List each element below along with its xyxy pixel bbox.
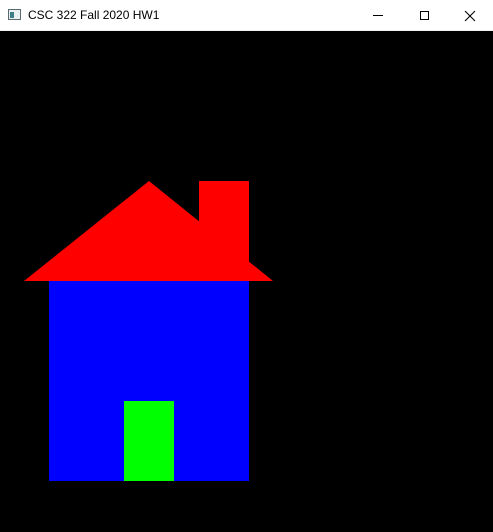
close-button[interactable] [447, 0, 493, 31]
minimize-icon [373, 15, 383, 16]
chimney [199, 181, 249, 281]
door [124, 401, 174, 481]
app-icon-pane [10, 12, 14, 18]
window-app-icon[interactable] [8, 9, 21, 20]
window-title: CSC 322 Fall 2020 HW1 [28, 8, 160, 22]
maximize-icon [419, 11, 429, 20]
app-window: CSC 322 Fall 2020 HW1 [0, 0, 493, 532]
house-drawing [24, 181, 273, 481]
maximize-button[interactable] [401, 0, 447, 31]
close-icon [464, 10, 476, 21]
drawing-canvas [0, 31, 493, 532]
title-bar[interactable]: CSC 322 Fall 2020 HW1 [0, 0, 493, 31]
minimize-button[interactable] [355, 0, 401, 31]
